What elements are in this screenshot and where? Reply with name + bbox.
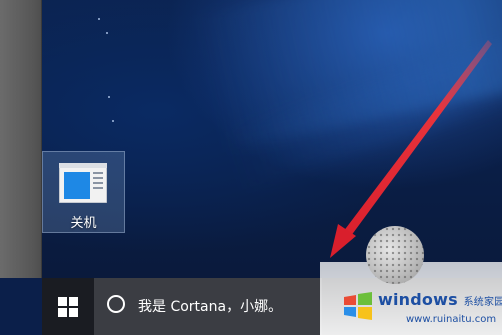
watermark: windows 系统家园 www.ruinaitu.com — [320, 226, 502, 335]
wallpaper-speck — [98, 18, 100, 20]
start-button[interactable] — [42, 278, 94, 335]
watermark-brand: windows 系统家园 — [378, 290, 502, 309]
cortana-search-box[interactable]: 我是 Cortana，小娜。 — [94, 278, 322, 335]
windows-logo-icon — [58, 296, 78, 317]
desktop-icon-shutdown[interactable]: 关机 — [42, 151, 125, 233]
shutdown-app-icon — [59, 163, 107, 203]
wallpaper-speck — [106, 32, 108, 34]
watermark-brand-text: windows — [378, 290, 458, 309]
wallpaper-speck — [112, 120, 114, 122]
windows-flag-logo-icon — [344, 292, 372, 320]
window-left-edge — [0, 0, 42, 278]
watermark-site: www.ruinaitu.com — [406, 314, 497, 325]
search-placeholder: 我是 Cortana，小娜。 — [138, 299, 283, 315]
desktop-icon-label: 关机 — [70, 216, 97, 231]
wallpaper-speck — [108, 96, 110, 98]
watermark-globe-icon — [366, 226, 424, 284]
cortana-circle-icon — [107, 295, 125, 313]
watermark-suffix: 系统家园 — [463, 297, 502, 308]
